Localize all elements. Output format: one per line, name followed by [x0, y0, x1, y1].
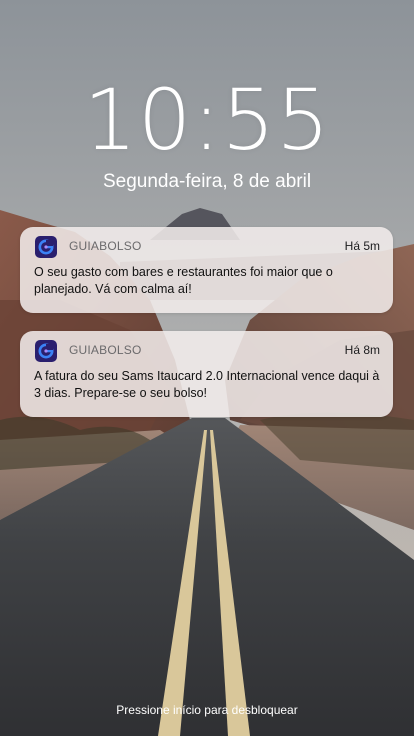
lockscreen-date: Segunda-feira, 8 de abril: [102, 171, 312, 192]
notification-card[interactable]: GUIABOLSO Há 8m A fatura do seu Sams Ita…: [20, 331, 393, 417]
notification-app-name: GUIABOLSO: [69, 239, 142, 253]
notification-card[interactable]: GUIABOLSO Há 5m O seu gasto com bares e …: [20, 227, 393, 313]
notification-time: Há 5m: [344, 239, 380, 253]
notification-message: A fatura do seu Sams Itaucard 2.0 Intern…: [34, 369, 380, 400]
notification-header: GUIABOLSO Há 5m: [35, 236, 380, 258]
lockscreen-clock: 10:55: [83, 71, 331, 169]
notification-message: O seu gasto com bares e restaurantes foi…: [34, 265, 333, 296]
unlock-hint: Pressione início para desbloquear: [116, 703, 298, 717]
guiabolso-app-icon: [35, 340, 57, 362]
guiabolso-app-icon: [35, 236, 57, 258]
notification-time: Há 8m: [344, 343, 380, 357]
notification-app-name: GUIABOLSO: [69, 343, 142, 357]
notification-header: GUIABOLSO Há 8m: [35, 340, 380, 362]
